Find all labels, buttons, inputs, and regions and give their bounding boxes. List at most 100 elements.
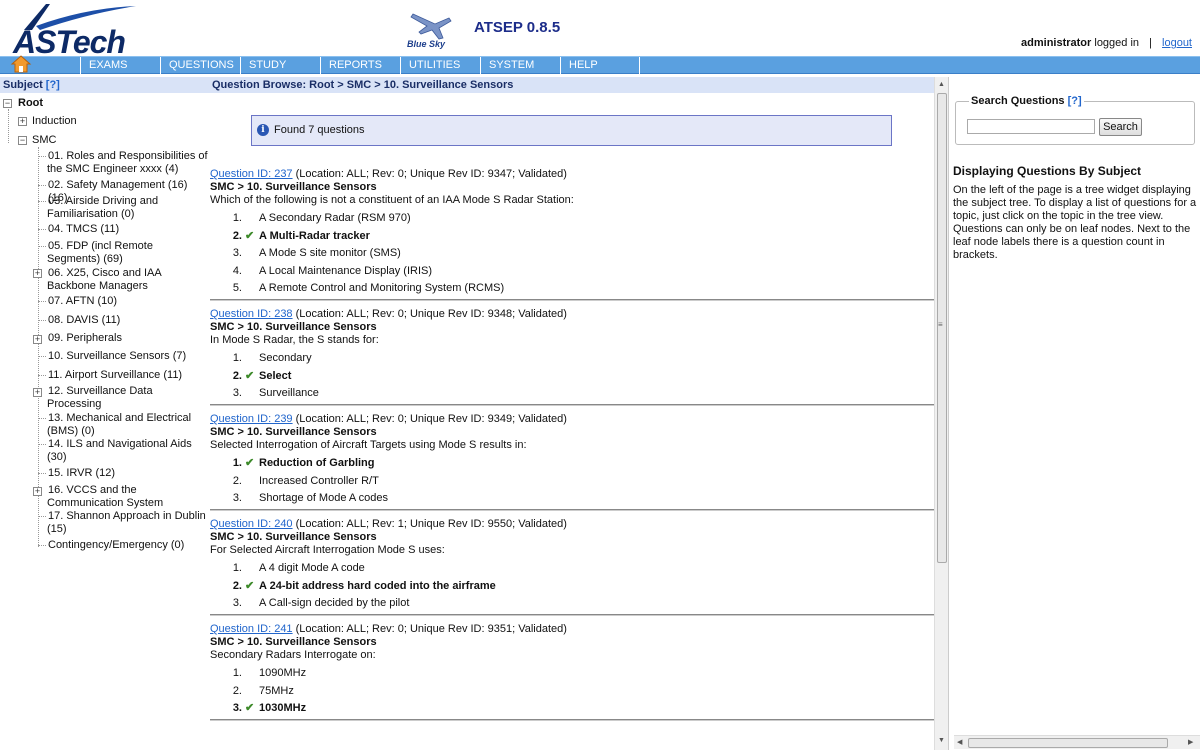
search-help-link[interactable]: [?]	[1068, 95, 1082, 107]
hscroll-thumb[interactable]	[968, 738, 1168, 748]
question-text: Secondary Radars Interrogate on:	[210, 649, 376, 661]
check-icon: ✔	[245, 230, 255, 242]
tree-item-14[interactable]: 14. ILS and Navigational Aids	[48, 438, 192, 451]
collapse-root-icon[interactable]: −	[3, 99, 12, 108]
question-id-link[interactable]: Question ID: 241	[210, 623, 293, 635]
menu-system[interactable]: SYSTEM	[480, 57, 560, 74]
tree-item-14-cont[interactable]: (30)	[47, 451, 67, 464]
menu-exams[interactable]: EXAMS	[80, 57, 160, 74]
tree-line	[38, 320, 46, 321]
tree-item-03-cont[interactable]: Familiarisation (0)	[47, 208, 134, 221]
tree-item-08[interactable]: 08. DAVIS (11)	[48, 314, 120, 327]
question-header: Question ID: 238 (Location: ALL; Rev: 0;…	[210, 308, 934, 321]
question-divider	[210, 614, 934, 616]
info-icon: i	[257, 124, 269, 136]
question-block: Question ID: 240 (Location: ALL; Rev: 1;…	[210, 518, 934, 609]
help-body: On the left of the page is a tree widget…	[953, 184, 1197, 261]
question-header: Question ID: 241 (Location: ALL; Rev: 0;…	[210, 623, 934, 636]
tree-line	[38, 301, 46, 302]
tree-line	[38, 156, 46, 157]
tree-item-15[interactable]: 15. IRVR (12)	[48, 467, 115, 480]
menu-utilities[interactable]: UTILITIES	[400, 57, 480, 74]
logged-in-text: logged in	[1094, 37, 1140, 49]
tree-item-12-cont[interactable]: Processing	[47, 398, 101, 411]
expand-16-icon[interactable]: +	[33, 487, 42, 496]
tree-line	[38, 418, 46, 419]
expand-06-icon[interactable]: +	[33, 269, 42, 278]
menu-study[interactable]: STUDY	[240, 57, 320, 74]
scroll-down-arrow-icon[interactable]: ▼	[938, 737, 945, 744]
tree-item-09[interactable]: 09. Peripherals	[48, 332, 122, 345]
tree-item-05[interactable]: 05. FDP (incl Remote	[48, 240, 153, 253]
question-id-link[interactable]: Question ID: 239	[210, 413, 293, 425]
tree-item-13[interactable]: 13. Mechanical and Electrical	[48, 412, 191, 425]
astech-logo[interactable]: ASTech	[6, 2, 141, 60]
question-divider	[210, 719, 934, 721]
tree-item-smc[interactable]: SMC	[32, 134, 56, 147]
menu-questions[interactable]: QUESTIONS	[160, 57, 240, 74]
tree-line	[38, 356, 46, 357]
question-id-link[interactable]: Question ID: 238	[210, 308, 293, 320]
tree-item-10[interactable]: 10. Surveillance Sensors (7)	[48, 350, 186, 363]
question-path: SMC > 10. Surveillance Sensors	[210, 636, 377, 648]
tree-item-01-cont[interactable]: the SMC Engineer xxxx (4)	[47, 163, 178, 176]
tree-item-11[interactable]: 11. Airport Surveillance (11)	[48, 369, 182, 382]
tree-line	[8, 109, 9, 143]
expand-09-icon[interactable]: +	[33, 335, 42, 344]
subject-panel-title: Subject [?]	[0, 77, 208, 93]
question-meta: (Location: ALL; Rev: 0; Unique Rev ID: 9…	[292, 308, 567, 320]
question-text: In Mode S Radar, the S stands for:	[210, 334, 379, 346]
menu-reports[interactable]: REPORTS	[320, 57, 400, 74]
tree-item-07[interactable]: 07. AFTN (10)	[48, 295, 117, 308]
question-header: Question ID: 237 (Location: ALL; Rev: 0;…	[210, 168, 934, 181]
tree-item-16[interactable]: 16. VCCS and the	[48, 484, 137, 497]
search-legend-text: Search Questions	[971, 95, 1065, 107]
info-text: Found 7 questions	[274, 124, 365, 136]
tree-item-06-cont[interactable]: Backbone Managers	[47, 280, 148, 293]
check-icon: ✔	[245, 580, 255, 592]
question-text: For Selected Aircraft Interrogation Mode…	[210, 544, 445, 556]
expand-12-icon[interactable]: +	[33, 388, 42, 397]
vertical-scrollbar[interactable]: ▲ ≡ ▼	[934, 77, 948, 750]
check-icon: ✔	[245, 702, 255, 714]
tree-item-induction[interactable]: Induction	[32, 115, 77, 128]
search-input[interactable]	[967, 119, 1095, 134]
tree-item-01[interactable]: 01. Roles and Responsibilities of	[48, 150, 208, 163]
tree-item-17[interactable]: 17. Shannon Approach in Dublin	[48, 510, 206, 523]
tree-item-16-cont[interactable]: Communication System	[47, 497, 163, 510]
question-block: Question ID: 237 (Location: ALL; Rev: 0;…	[210, 168, 934, 298]
user-area: administrator logged in | logout	[1021, 37, 1192, 49]
search-button[interactable]: Search	[1099, 118, 1142, 136]
tree-item-13-cont[interactable]: (BMS) (0)	[47, 425, 95, 438]
tree-item-03[interactable]: 03. Airside Driving and	[48, 195, 158, 208]
question-id-link[interactable]: Question ID: 237	[210, 168, 293, 180]
tree-item-contingency[interactable]: Contingency/Emergency (0)	[48, 539, 184, 552]
info-message: i Found 7 questions	[251, 115, 892, 146]
tree-item-04[interactable]: 04. TMCS (11)	[48, 223, 119, 236]
subject-tree-panel: Subject [?] − Root + Induction − SMC 01.…	[0, 77, 208, 750]
right-panel: Search Questions [?] Search Displaying Q…	[948, 77, 1200, 750]
scroll-left-arrow-icon[interactable]: ◀	[957, 738, 962, 746]
search-legend: Search Questions [?]	[969, 95, 1084, 107]
question-meta: (Location: ALL; Rev: 1; Unique Rev ID: 9…	[292, 518, 567, 530]
subject-help-link[interactable]: [?]	[46, 79, 60, 91]
question-meta: (Location: ALL; Rev: 0; Unique Rev ID: 9…	[292, 168, 567, 180]
tree-item-06[interactable]: 06. X25, Cisco and IAA	[48, 267, 162, 280]
tree-item-12[interactable]: 12. Surveillance Data	[48, 385, 153, 398]
menu-help[interactable]: HELP	[560, 57, 640, 74]
scroll-right-arrow-icon[interactable]: ▶	[1188, 738, 1193, 746]
question-path: SMC > 10. Surveillance Sensors	[210, 321, 377, 333]
tree-line	[38, 516, 46, 517]
horizontal-scrollbar[interactable]: ◀ ▶	[954, 735, 1200, 749]
expand-induction-icon[interactable]: +	[18, 117, 27, 126]
question-id-link[interactable]: Question ID: 240	[210, 518, 293, 530]
tree-item-17-cont[interactable]: (15)	[47, 523, 67, 536]
scroll-up-arrow-icon[interactable]: ▲	[938, 81, 945, 88]
tree-root[interactable]: Root	[18, 97, 43, 110]
question-block: Question ID: 239 (Location: ALL; Rev: 0;…	[210, 413, 934, 504]
logout-link[interactable]: logout	[1162, 37, 1192, 49]
check-icon: ✔	[245, 370, 255, 382]
home-icon[interactable]	[10, 54, 32, 74]
collapse-smc-icon[interactable]: −	[18, 136, 27, 145]
tree-item-05-cont[interactable]: Segments) (69)	[47, 253, 123, 266]
